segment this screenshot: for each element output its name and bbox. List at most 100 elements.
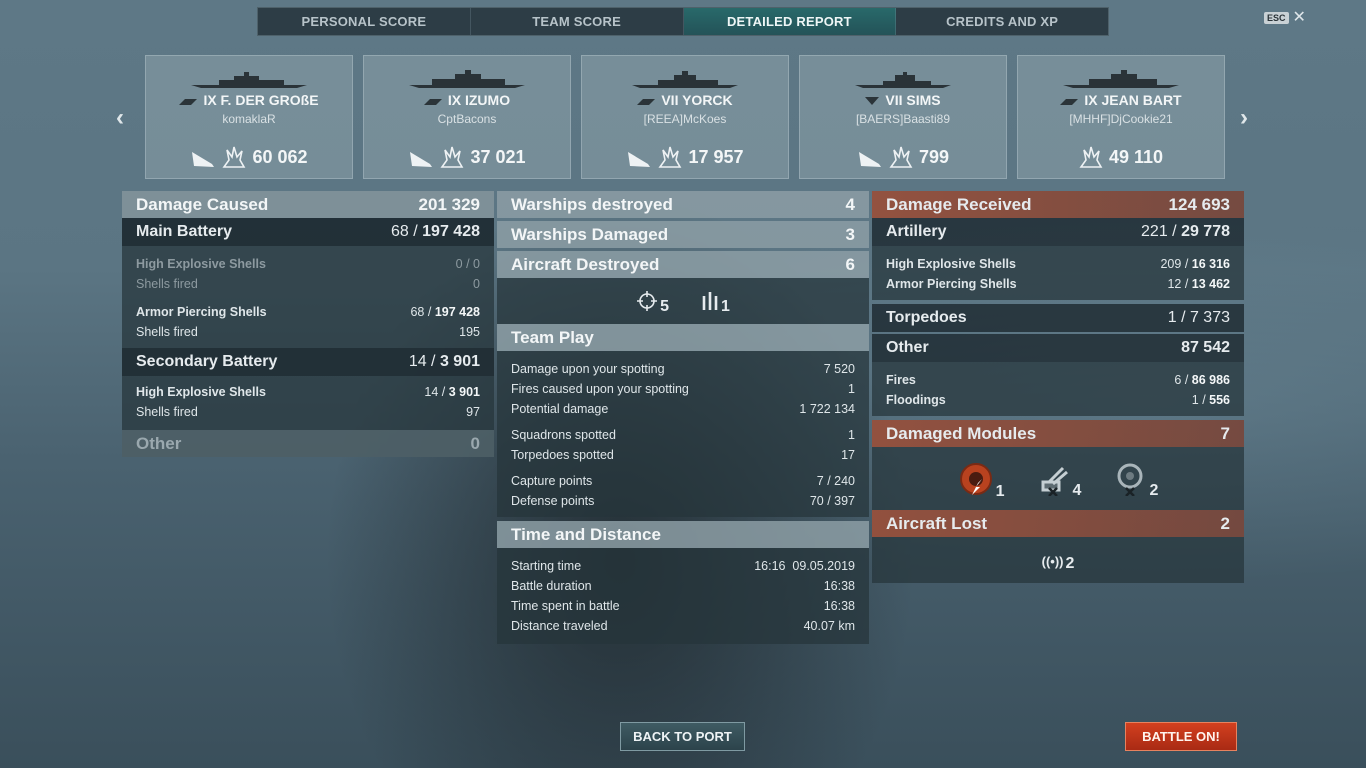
tab-personal-score[interactable]: PERSONAL SCORE: [258, 8, 471, 35]
potential-damage-value: 1 722 134: [799, 402, 855, 416]
spotter-lost-count: 2: [1065, 555, 1075, 572]
ap-main-label: Armor Piercing Shells: [136, 305, 267, 319]
floodings-label: Floodings: [886, 393, 946, 407]
secondary-battery-label: Secondary Battery: [136, 353, 278, 370]
ap-main-hits: 68: [410, 305, 425, 319]
damaged-modules-value: 7: [1220, 423, 1230, 443]
ship-silhouette-icon: [1063, 70, 1179, 88]
received-he-label: High Explosive Shells: [886, 257, 1016, 271]
aircraft-lost-value: 2: [1220, 513, 1230, 533]
ap-main-damage: 197 428: [434, 305, 480, 319]
ship-class-icon: [865, 93, 880, 109]
ship-damage-value: 60 062: [252, 146, 308, 167]
ship-silhouette-icon: [855, 72, 951, 88]
main-battery-hits: 68: [391, 223, 409, 240]
ap-main-fired-label: Shells fired: [136, 325, 198, 339]
other-caused-value: 0: [470, 433, 480, 453]
damage-caused-panel: Damage Caused 201 329 Main Battery 68 / …: [122, 191, 494, 457]
distance-traveled-value: 40.07 km: [803, 619, 855, 633]
tab-credits-and-xp[interactable]: CREDITS AND XP: [896, 8, 1108, 35]
explosion-damage-icon: [440, 146, 464, 168]
aircraft-lost-title: Aircraft Lost: [886, 513, 988, 533]
aircraft-destroyed-label: Aircraft Destroyed: [511, 254, 660, 274]
secondary-hits: 14: [408, 353, 427, 370]
damage-spotting-label: Damage upon your spotting: [511, 362, 665, 376]
warships-destroyed-value: 4: [845, 194, 855, 214]
player-name: [BAERS]Baasti89: [855, 112, 951, 126]
player-name: CptBacons: [437, 112, 497, 126]
tab-team-score[interactable]: TEAM SCORE: [471, 8, 684, 35]
defense-points-value: 70 / 397: [809, 494, 855, 508]
gun-turret-damaged-icon: [1041, 466, 1068, 496]
ship-damage-value: 17 957: [688, 146, 744, 167]
tab-detailed-report[interactable]: DETAILED REPORT: [683, 8, 897, 35]
received-ap-hits: 12: [1167, 277, 1182, 291]
back-to-port-button[interactable]: BACK TO PORT: [620, 722, 745, 751]
ship-class-icon: [423, 93, 442, 109]
aircraft-fighter-count: 1: [721, 298, 730, 315]
warships-destroyed-label: Warships destroyed: [511, 194, 673, 214]
received-he-damage: 16 316: [1191, 257, 1230, 271]
he-secondary-damage: 3 901: [448, 385, 480, 399]
ap-main-fired-value: 195: [459, 325, 480, 339]
ship-card[interactable]: VII YORCK [REEA]McKoes 17 957: [581, 55, 789, 179]
warships-damaged-value: 3: [845, 224, 855, 244]
damage-caused-total: 201 329: [418, 194, 480, 214]
player-name: komaklaR: [222, 112, 276, 126]
ship-sinking-icon: [192, 152, 215, 167]
received-ap-damage: 13 462: [1191, 277, 1230, 291]
prev-arrow-icon[interactable]: ‹: [116, 104, 124, 132]
floodings-damage: 556: [1209, 393, 1230, 407]
ship-sinking-icon: [628, 152, 651, 167]
torpedoes-spotted-label: Torpedoes spotted: [511, 448, 614, 462]
explosion-damage-icon: [889, 146, 913, 168]
capture-points-label: Capture points: [511, 474, 593, 488]
report-tabs: PERSONAL SCORE TEAM SCORE DETAILED REPOR…: [257, 7, 1109, 36]
ship-class-icon: [637, 93, 656, 109]
close-button[interactable]: ESC ✕: [1264, 10, 1306, 26]
crosshair-icon: [637, 291, 658, 311]
he-secondary-hits: 14: [424, 385, 439, 399]
squadrons-spotted-value: 1: [848, 428, 855, 442]
other-caused-label: Other: [136, 433, 182, 453]
time-spent-value: 16:38: [823, 599, 855, 613]
spotter-plane-icon: ((•)): [1041, 554, 1064, 569]
ship-card[interactable]: IX F. DER GROßE komaklaR 60 062: [145, 55, 353, 179]
ship-card[interactable]: IX JEAN BART [MHHF]DjCookie21 49 110: [1017, 55, 1225, 179]
battle-on-button[interactable]: BATTLE ON!: [1125, 722, 1237, 751]
fires-spotting-value: 1: [848, 382, 855, 396]
artillery-hits: 221: [1141, 223, 1168, 240]
damaged-modules-title: Damaged Modules: [886, 423, 1037, 443]
next-arrow-icon[interactable]: ›: [1240, 104, 1248, 132]
ship-card[interactable]: IX IZUMO CptBacons 37 021: [363, 55, 571, 179]
steering-damage-count: 2: [1149, 481, 1159, 499]
he-main-fired-label: Shells fired: [136, 277, 198, 291]
esc-key-badge: ESC: [1264, 12, 1289, 24]
battle-duration-value: 16:38: [823, 579, 855, 593]
main-battery-label: Main Battery: [136, 223, 233, 240]
ship-sinking-icon: [410, 152, 433, 167]
artillery-label: Artillery: [886, 223, 947, 240]
received-torpedoes-value: 1 / 7 373: [1167, 309, 1230, 326]
warships-damaged-label: Warships Damaged: [511, 224, 669, 244]
ship-silhouette-icon: [191, 72, 307, 88]
fires-label: Fires: [886, 373, 916, 387]
main-battery-damage: 197 428: [422, 223, 480, 240]
ship-card[interactable]: VII SIMS [BAERS]Baasti89 799: [799, 55, 1007, 179]
ship-name: IX JEAN BART: [1084, 92, 1182, 108]
he-secondary-fired-value: 97: [466, 405, 480, 419]
squadrons-spotted-label: Squadrons spotted: [511, 428, 616, 442]
explosion-damage-icon: [222, 146, 246, 168]
ship-name: IX IZUMO: [447, 92, 511, 108]
ship-silhouette-icon: [409, 70, 525, 88]
torpedoes-spotted-value: 17: [841, 448, 855, 462]
he-main-fired-value: 0: [473, 277, 480, 291]
damage-received-title: Damage Received: [886, 194, 1032, 214]
time-spent-label: Time spent in battle: [511, 599, 620, 613]
ship-cards: IX F. DER GROßE komaklaR 60 062 IX IZUMO…: [145, 55, 1225, 179]
ship-class-icon: [1060, 93, 1079, 109]
received-ap-label: Armor Piercing Shells: [886, 277, 1017, 291]
aircraft-destroyed-value: 6: [845, 254, 855, 274]
ship-name: VII YORCK: [661, 92, 733, 108]
battle-duration-label: Battle duration: [511, 579, 592, 593]
